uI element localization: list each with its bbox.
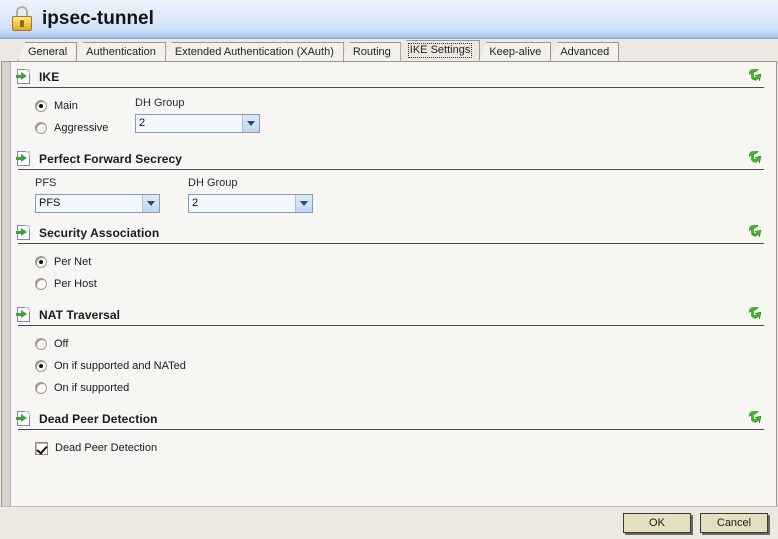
select-value: 2 <box>139 118 146 129</box>
tab-label: Extended Authentication (XAuth) <box>174 45 334 58</box>
green-reset-arrow-icon[interactable] <box>747 409 763 425</box>
chevron-down-icon[interactable] <box>242 115 259 132</box>
radio-button-icon <box>35 360 47 372</box>
cancel-button[interactable]: Cancel <box>700 513 768 533</box>
section-content: PFS PFS DH Group 2 <box>11 170 776 218</box>
panel-left-gutter <box>2 62 11 506</box>
radio-button-icon <box>35 382 47 394</box>
section-content: Main Aggressive DH Group 2 <box>11 88 776 144</box>
radio-nat-off[interactable]: Off <box>35 333 776 355</box>
tab-keep-alive[interactable]: Keep-alive <box>479 42 552 61</box>
section-title: IKE <box>39 69 60 84</box>
checkbox-icon <box>35 441 48 455</box>
tab-label: Authentication <box>86 45 156 58</box>
radio-per-host[interactable]: Per Host <box>35 273 776 295</box>
radio-ike-aggressive[interactable]: Aggressive <box>35 117 135 139</box>
panel-body: IKE Main Aggressive DH Group 2 Perfect F… <box>11 62 776 506</box>
field-label-dh-group: DH Group <box>188 177 238 189</box>
section-title: Perfect Forward Secrecy <box>39 151 183 166</box>
security-association-radio-group: Per Net Per Host <box>35 251 776 295</box>
page-title: ipsec-tunnel <box>42 7 154 29</box>
section-ike: IKE Main Aggressive DH Group 2 <box>11 62 776 144</box>
tab-bar: General Authentication Extended Authenti… <box>0 39 778 61</box>
select-value: PFS <box>39 198 61 209</box>
tab-label: IKE Settings <box>407 43 473 58</box>
section-title: Dead Peer Detection <box>39 411 158 426</box>
green-reset-arrow-icon[interactable] <box>747 149 763 165</box>
section-header: Dead Peer Detection <box>11 404 776 429</box>
radio-label: Main <box>54 100 78 112</box>
dialog-button-bar: OK Cancel <box>0 506 778 539</box>
nat-traversal-radio-group: Off On if supported and NATed On if supp… <box>35 333 776 399</box>
pfs-dh-group-field: DH Group 2 <box>188 177 313 213</box>
padlock-icon <box>9 5 35 33</box>
section-arrow-page-icon <box>16 151 33 166</box>
section-perfect-forward-secrecy: Perfect Forward Secrecy PFS PFS DH Group… <box>11 144 776 218</box>
checkbox-label: Dead Peer Detection <box>55 442 158 454</box>
tab-advanced[interactable]: Advanced <box>550 42 620 61</box>
select-ike-dh-group[interactable]: 2 <box>135 114 260 133</box>
tab-authentication[interactable]: Authentication <box>76 42 166 61</box>
ike-mode-radio-group: Main Aggressive <box>35 95 135 139</box>
tab-extended-authentication-xauth[interactable]: Extended Authentication (XAuth) <box>164 42 344 61</box>
pfs-field: PFS PFS <box>35 177 160 213</box>
window-titlebar: ipsec-tunnel <box>0 0 778 39</box>
section-dead-peer-detection: Dead Peer Detection Dead Peer Detection <box>11 404 776 464</box>
green-reset-arrow-icon[interactable] <box>747 305 763 321</box>
radio-label: On if supported <box>54 382 130 394</box>
radio-ike-main[interactable]: Main <box>35 95 135 117</box>
select-pfs-dh-group[interactable]: 2 <box>188 194 313 213</box>
ike-settings-panel: IKE Main Aggressive DH Group 2 Perfect F… <box>1 61 777 506</box>
radio-button-icon <box>35 100 47 112</box>
radio-label: Per Host <box>54 278 97 290</box>
select-value: 2 <box>192 198 199 209</box>
section-header: NAT Traversal <box>11 300 776 325</box>
section-title: NAT Traversal <box>39 307 121 322</box>
tab-routing[interactable]: Routing <box>342 42 401 61</box>
radio-per-net[interactable]: Per Net <box>35 251 776 273</box>
section-arrow-page-icon <box>16 307 33 322</box>
tab-ike-settings[interactable]: IKE Settings <box>399 40 481 61</box>
tab-label: General <box>28 45 68 58</box>
green-reset-arrow-icon[interactable] <box>747 223 763 239</box>
ike-dh-group-field: DH Group 2 <box>135 95 260 133</box>
section-arrow-page-icon <box>16 225 33 240</box>
select-pfs[interactable]: PFS <box>35 194 160 213</box>
radio-button-icon <box>35 122 47 134</box>
chevron-down-icon[interactable] <box>142 195 159 212</box>
radio-button-icon <box>35 256 47 268</box>
tab-label: Advanced <box>560 45 610 58</box>
section-header: Security Association <box>11 218 776 243</box>
field-label-pfs: PFS <box>35 177 57 189</box>
radio-button-icon <box>35 338 47 350</box>
radio-label: Aggressive <box>54 122 109 134</box>
section-header: Perfect Forward Secrecy <box>11 144 776 169</box>
checkbox-dead-peer-detection[interactable]: Dead Peer Detection <box>35 437 776 459</box>
field-label-dh-group: DH Group <box>135 97 185 109</box>
tab-label: Keep-alive <box>489 45 542 58</box>
radio-nat-on-if-supported-and-nated[interactable]: On if supported and NATed <box>35 355 776 377</box>
section-header: IKE <box>11 62 776 87</box>
section-content: Per Net Per Host <box>11 244 776 300</box>
section-arrow-page-icon <box>16 411 33 426</box>
green-reset-arrow-icon[interactable] <box>747 67 763 83</box>
radio-nat-on-if-supported[interactable]: On if supported <box>35 377 776 399</box>
tab-general[interactable]: General <box>18 42 78 61</box>
section-security-association: Security Association Per Net Per Host <box>11 218 776 300</box>
section-content: Dead Peer Detection <box>11 430 776 464</box>
section-nat-traversal: NAT Traversal Off On if supported and NA… <box>11 300 776 404</box>
section-arrow-page-icon <box>16 69 33 84</box>
radio-label: On if supported and NATed <box>54 360 186 372</box>
tab-label: Routing <box>352 45 391 58</box>
section-content: Off On if supported and NATed On if supp… <box>11 326 776 404</box>
chevron-down-icon[interactable] <box>295 195 312 212</box>
radio-label: Per Net <box>54 256 92 268</box>
ok-button[interactable]: OK <box>623 513 691 533</box>
radio-button-icon <box>35 278 47 290</box>
ipsec-tunnel-window: ipsec-tunnel General Authentication Exte… <box>0 0 778 539</box>
section-title: Security Association <box>39 225 160 240</box>
radio-label: Off <box>54 338 69 350</box>
